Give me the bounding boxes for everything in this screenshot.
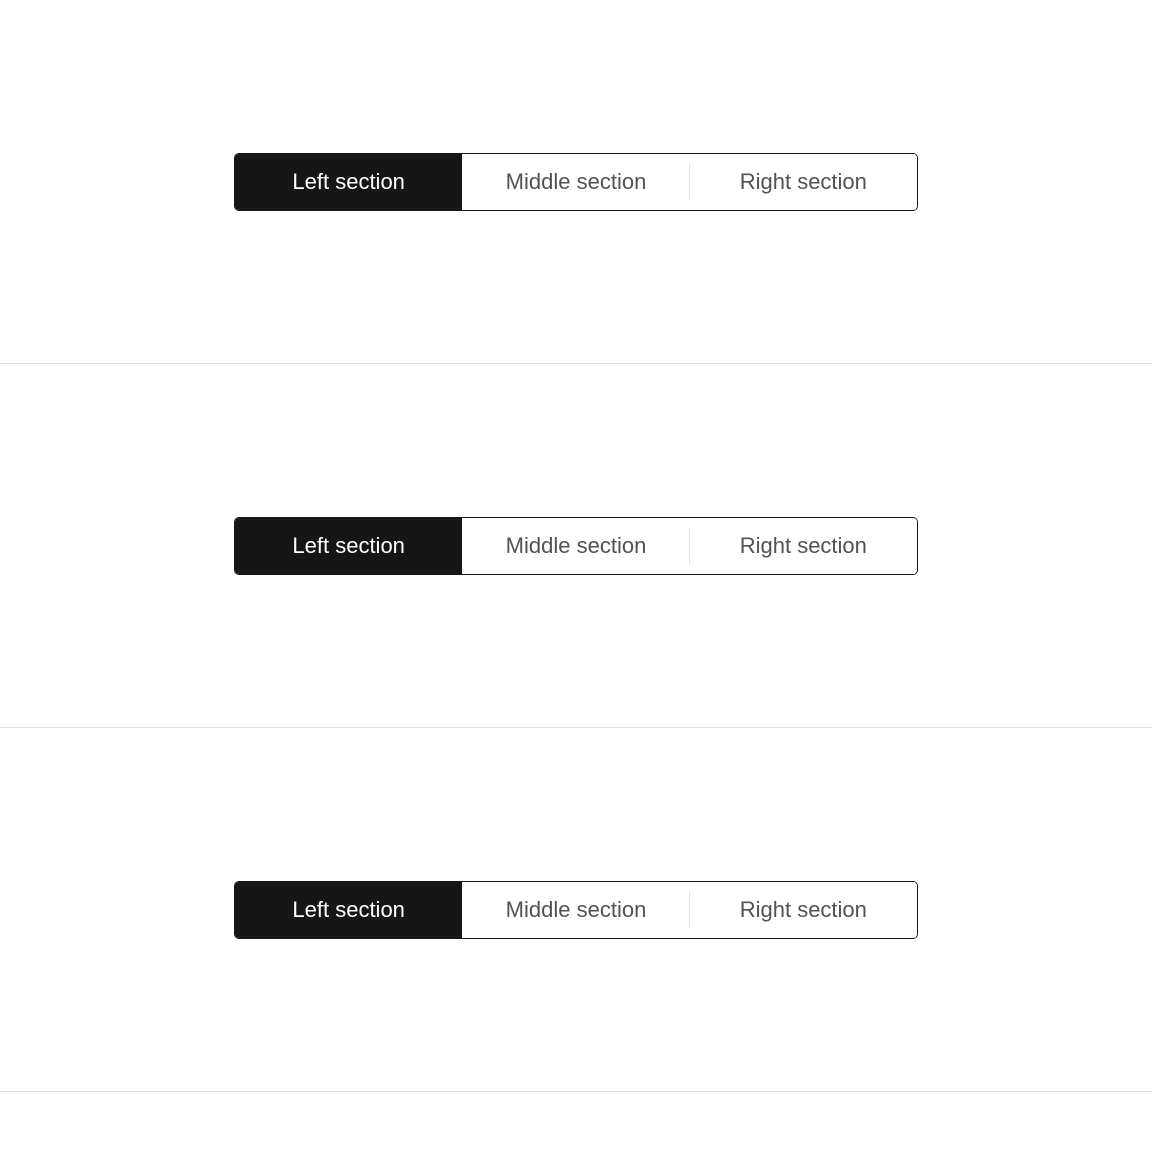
segment-right[interactable]: Right section — [690, 154, 917, 210]
segment-middle[interactable]: Middle section — [462, 882, 689, 938]
segmented-control: Left section Middle section Right sectio… — [234, 153, 918, 211]
segmented-control: Left section Middle section Right sectio… — [234, 517, 918, 575]
segment-left[interactable]: Left section — [235, 154, 462, 210]
segment-middle[interactable]: Middle section — [462, 154, 689, 210]
segmented-control: Left section Middle section Right sectio… — [234, 881, 918, 939]
segment-left[interactable]: Left section — [235, 518, 462, 574]
example-section-1: Left section Middle section Right sectio… — [0, 0, 1152, 364]
example-section-3: Left section Middle section Right sectio… — [0, 728, 1152, 1092]
segment-right[interactable]: Right section — [690, 882, 917, 938]
segment-right[interactable]: Right section — [690, 518, 917, 574]
segment-left[interactable]: Left section — [235, 882, 462, 938]
example-section-2: Left section Middle section Right sectio… — [0, 364, 1152, 728]
segment-middle[interactable]: Middle section — [462, 518, 689, 574]
